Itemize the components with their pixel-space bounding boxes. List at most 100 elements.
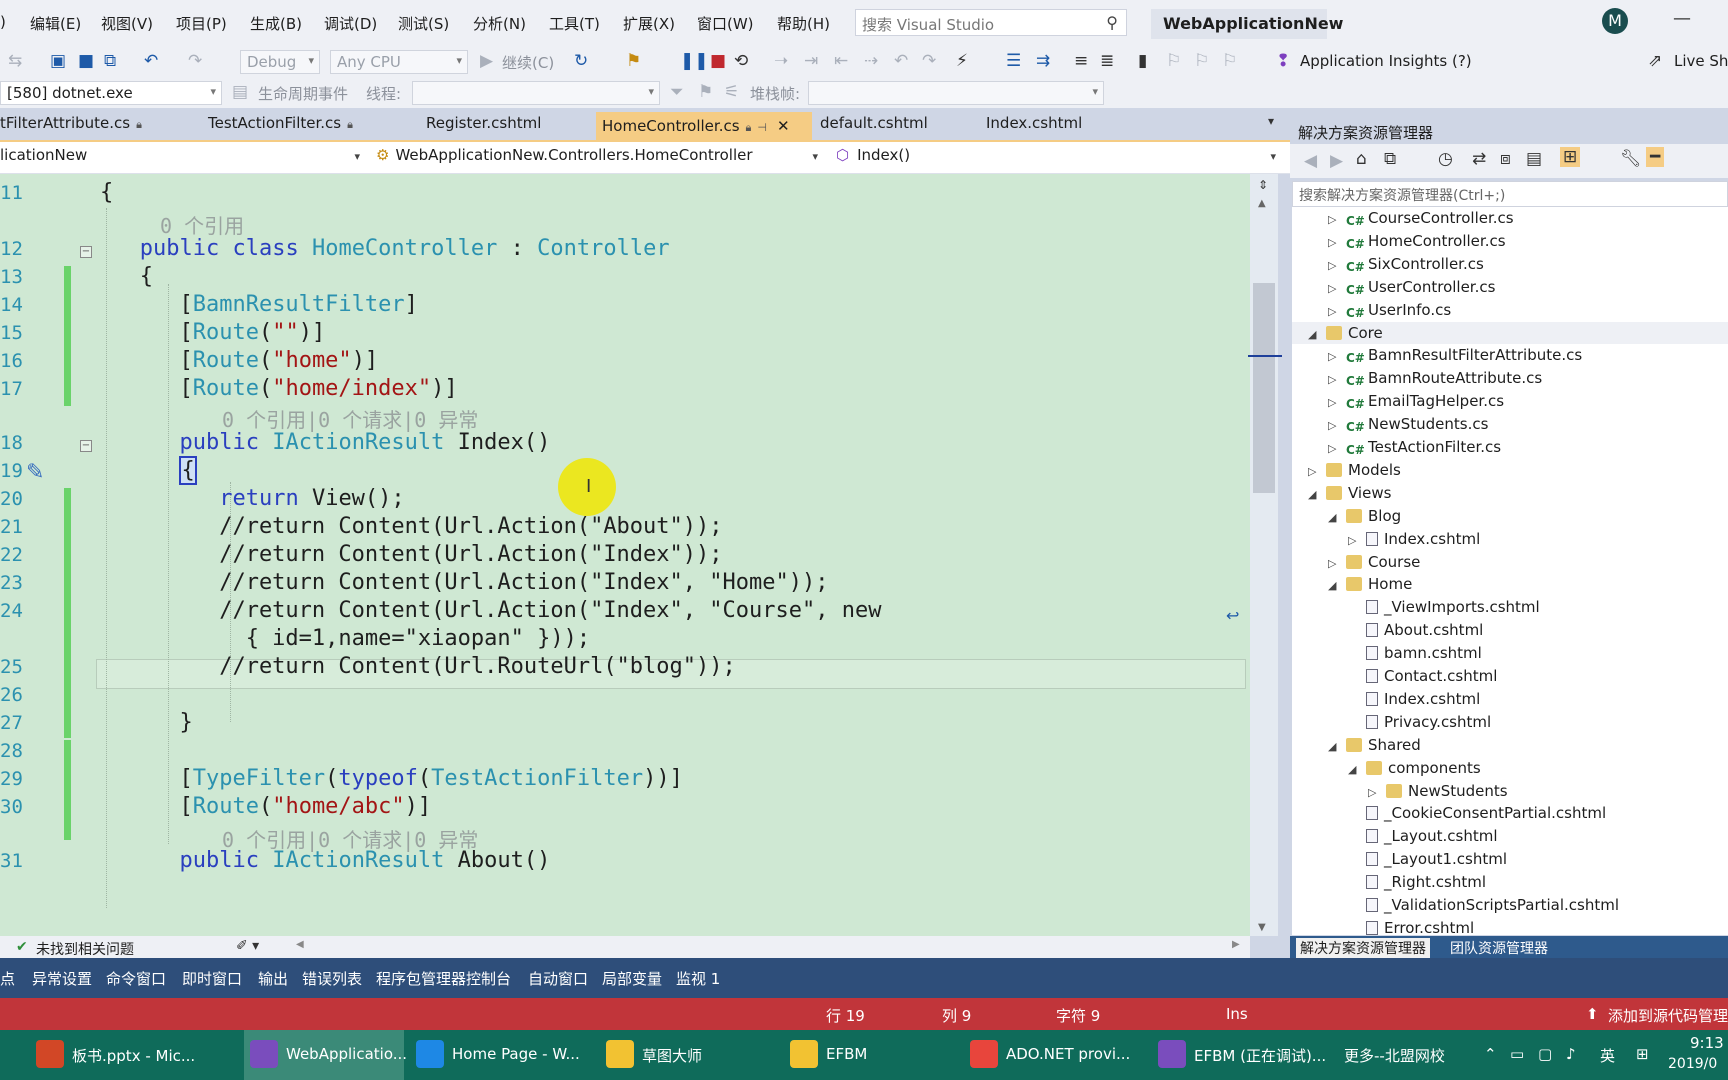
tab-default[interactable]: default.cshtml <box>820 114 980 140</box>
taskbar-app[interactable]: 板书.pptx - Mic... <box>30 1030 230 1080</box>
comment-icon[interactable]: ≡ <box>1074 51 1088 71</box>
tab-immediate-window[interactable]: 即时窗口 <box>182 968 242 989</box>
menu-project[interactable]: 项目(P) <box>176 13 227 34</box>
tree-item[interactable]: Privacy.cshtml <box>1348 711 1491 733</box>
new-project-icon[interactable]: ▣ <box>50 51 66 71</box>
tree-item[interactable]: ◢ Blog <box>1328 505 1401 527</box>
avatar[interactable]: M <box>1602 8 1628 34</box>
application-insights-button[interactable]: Application Insights (?) <box>1300 52 1472 70</box>
taskbar-app[interactable]: WebApplicatio... <box>244 1030 407 1080</box>
menu-extensions[interactable]: 扩展(X) <box>623 13 675 34</box>
expand-arrow-icon[interactable]: ▷ <box>1328 553 1342 575</box>
properties-icon[interactable]: 🔧︎ <box>1620 149 1642 169</box>
expand-arrow-icon[interactable]: ▷ <box>1368 782 1382 804</box>
refresh-icon[interactable]: ↻ <box>574 51 588 71</box>
tree-item[interactable]: ◢ Core <box>1292 321 1728 344</box>
filter-icon[interactable]: ⏷ <box>670 82 684 102</box>
tree-item[interactable]: ▷ C# BamnRouteAttribute.cs <box>1328 367 1542 389</box>
tree-item[interactable]: _Right.cshtml <box>1348 871 1486 893</box>
fold-toggle[interactable]: − <box>80 246 92 258</box>
restart-icon[interactable]: ⟲ <box>734 51 748 71</box>
scroll-up-icon[interactable]: ▲ <box>1258 198 1266 209</box>
threads-icon[interactable]: ⚟ <box>724 82 739 102</box>
expand-arrow-icon[interactable]: ▷ <box>1328 392 1342 414</box>
menu-test[interactable]: 测试(S) <box>398 13 449 34</box>
tree-item[interactable]: ▷ C# SixController.cs <box>1328 253 1484 275</box>
issues-status[interactable]: 未找到相关问题 <box>36 939 134 959</box>
collapse-arrow-icon[interactable]: ◢ <box>1348 759 1362 781</box>
home-icon[interactable]: ⌂ <box>1356 149 1367 169</box>
pending-changes-icon[interactable]: ◷ <box>1438 149 1453 169</box>
tab-test-action-filter[interactable]: TestActionFilter.cs 🔒︎ <box>208 114 408 140</box>
tree-item[interactable]: Index.cshtml <box>1348 688 1480 710</box>
show-all-files-icon[interactable]: ▤ <box>1526 149 1542 169</box>
expand-arrow-icon[interactable]: ▷ <box>1328 255 1342 277</box>
collapse-arrow-icon[interactable]: ◢ <box>1328 507 1342 529</box>
tree-item[interactable]: ▷ C# BamnResultFilterAttribute.cs <box>1328 344 1582 366</box>
indent-icon[interactable]: ⇉ <box>1036 51 1050 71</box>
hscroll-left-icon[interactable]: ◀ <box>296 939 304 950</box>
brush-icon[interactable]: ✐ ▾ <box>236 938 259 954</box>
bookmark-icon[interactable]: ▮ <box>1138 51 1147 71</box>
solution-search-input[interactable]: 搜索解决方案资源管理器(Ctrl+;) <box>1292 181 1728 207</box>
lifecycle-events-button[interactable]: 生命周期事件 <box>258 83 348 104</box>
collapse-all-icon[interactable]: ⧈ <box>1500 149 1511 169</box>
undo-icon[interactable]: ↶ <box>144 51 158 71</box>
live-share-button[interactable]: Live Sha <box>1674 52 1728 70</box>
redo2-icon[interactable]: ↷ <box>922 51 936 71</box>
expand-arrow-icon[interactable]: ▷ <box>1328 301 1342 323</box>
platform-dropdown[interactable]: Any CPU ▾ <box>330 50 468 74</box>
save-icon[interactable]: ■ <box>78 51 94 71</box>
auto-hide-icon[interactable]: ━ <box>1646 147 1665 167</box>
stop-icon[interactable]: ■ <box>710 51 726 71</box>
expand-arrow-icon[interactable]: ▷ <box>1348 530 1362 552</box>
menu-view[interactable]: 视图(V) <box>101 13 153 34</box>
taskbar-app[interactable]: EFBM (正在调试)... <box>1152 1030 1332 1080</box>
config-dropdown[interactable]: Debug ▾ <box>240 50 320 74</box>
project-dropdown[interactable]: licationNew ▾ <box>0 146 366 170</box>
scroll-down-icon[interactable]: ▼ <box>1258 922 1266 933</box>
prev-bookmark-icon[interactable]: ⚐ <box>1166 51 1181 71</box>
play-icon[interactable]: ▶ <box>480 51 493 71</box>
tree-item[interactable]: _Layout.cshtml <box>1348 825 1498 847</box>
hscroll-right-icon[interactable]: ▶ <box>1232 939 1240 950</box>
taskbar-app[interactable]: ADO.NET provi... <box>964 1030 1144 1080</box>
collapse-arrow-icon[interactable]: ◢ <box>1328 736 1342 758</box>
menu-analyze[interactable]: 分析(N) <box>473 13 526 34</box>
tree-item[interactable]: ◢ Shared <box>1328 734 1421 756</box>
minimize-icon[interactable]: — <box>1670 8 1694 32</box>
taskbar-app[interactable]: 草图大师 <box>600 1030 780 1080</box>
battery-icon[interactable]: ▭ <box>1510 1045 1524 1063</box>
tab-register[interactable]: Register.cshtml <box>426 114 586 140</box>
expand-arrow-icon[interactable]: ▷ <box>1328 346 1342 368</box>
tree-item[interactable]: ▷ C# NewStudents.cs <box>1328 413 1488 435</box>
tree-item[interactable]: ▷ C# HomeController.cs <box>1328 230 1506 252</box>
collapse-arrow-icon[interactable]: ◢ <box>1328 575 1342 597</box>
tab-package-manager-console[interactable]: 程序包管理器控制台 <box>376 968 511 989</box>
expand-arrow-icon[interactable]: ▷ <box>1328 232 1342 254</box>
tree-item[interactable]: ◢ components <box>1348 757 1481 779</box>
search-input[interactable]: 搜索 Visual Studio ⚲ <box>855 9 1127 36</box>
tree-item[interactable]: ▷ Index.cshtml <box>1348 528 1480 550</box>
tab-autos[interactable]: 自动窗口 <box>528 968 588 989</box>
tab-breakpoints[interactable]: 点 <box>0 968 15 989</box>
tab-exception-settings[interactable]: 异常设置 <box>32 968 92 989</box>
expand-arrow-icon[interactable]: ▷ <box>1328 438 1342 460</box>
thread-dropdown[interactable]: ▾ <box>412 81 660 105</box>
member-dropdown[interactable]: ⬡ Index() ▾ <box>832 146 1282 170</box>
tab-team-explorer[interactable]: 团队资源管理器 <box>1450 938 1548 958</box>
expand-arrow-icon[interactable]: ▷ <box>1328 209 1342 231</box>
expand-arrow-icon[interactable]: ▷ <box>1328 369 1342 391</box>
tree-item[interactable]: ▷ C# EmailTagHelper.cs <box>1328 390 1504 412</box>
tab-error-list[interactable]: 错误列表 <box>302 968 362 989</box>
continue-button[interactable]: 继续(C) <box>502 52 554 73</box>
tree-item[interactable]: ▷ C# UserInfo.cs <box>1328 299 1451 321</box>
next-bookmark-icon[interactable]: ⚐ <box>1194 51 1209 71</box>
back-icon[interactable]: ◀ <box>1304 151 1317 171</box>
tab-command-window[interactable]: 命令窗口 <box>106 968 166 989</box>
tree-item[interactable]: _ValidationScriptsPartial.cshtml <box>1348 894 1619 916</box>
tree-item[interactable]: _ViewImports.cshtml <box>1348 596 1540 618</box>
format-icon[interactable]: ☰ <box>1006 51 1021 71</box>
pause-icon[interactable]: ❚❚ <box>680 51 709 71</box>
taskbar-app[interactable]: EFBM <box>784 1030 954 1080</box>
